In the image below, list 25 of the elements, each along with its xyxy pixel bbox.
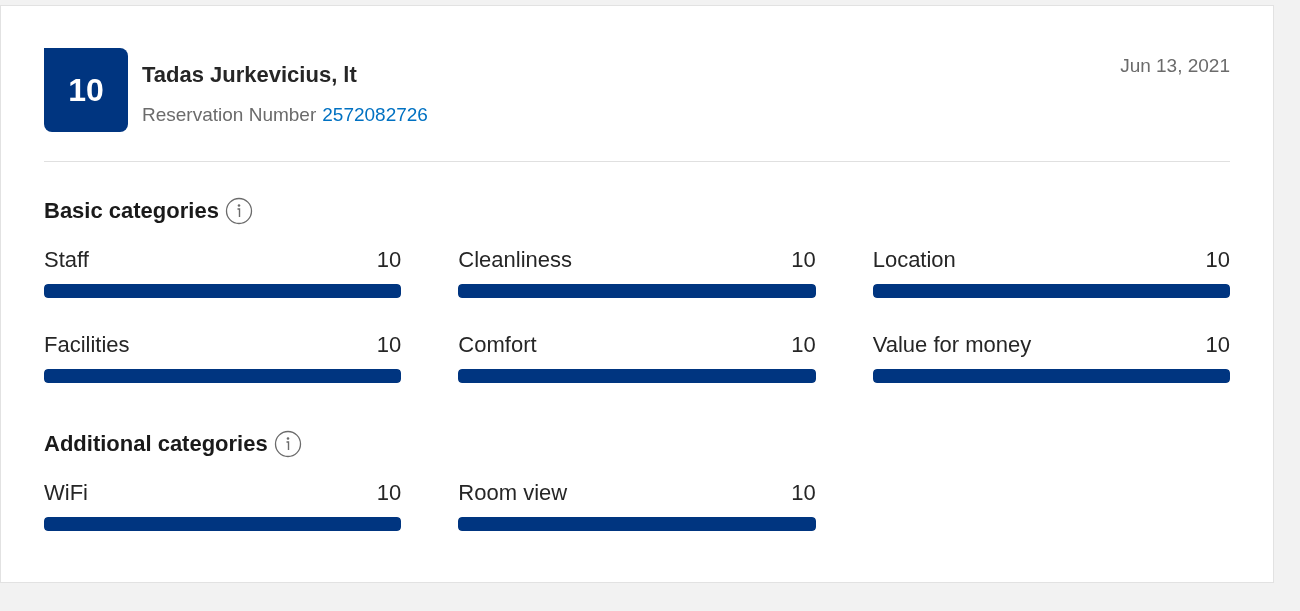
category-score: 10 xyxy=(791,331,816,359)
category-score: 10 xyxy=(376,331,402,359)
reservation-number-link[interactable]: 2572082726 xyxy=(322,101,428,130)
reservation-label: Reservation Number xyxy=(142,103,317,127)
category-label: Comfort xyxy=(458,331,537,359)
category-label: Location xyxy=(872,246,956,274)
guest-name: Tadas Jurkevicius, lt xyxy=(142,61,358,89)
review-date: Jun 13, 2021 xyxy=(1120,54,1230,78)
section-title: Basic categories xyxy=(44,197,219,225)
category-label: WiFi xyxy=(44,479,88,507)
score-badge: 10 xyxy=(44,48,128,132)
category-score: 10 xyxy=(1205,246,1230,274)
category-label: Room view xyxy=(458,479,568,507)
info-icon[interactable] xyxy=(273,429,302,458)
category-score: 10 xyxy=(376,246,402,274)
category-score: 10 xyxy=(791,479,816,507)
section-title: Additional categories xyxy=(44,430,268,458)
category-label: Staff xyxy=(44,246,89,274)
category-label: Facilities xyxy=(44,331,130,359)
category-label: Cleanliness xyxy=(458,246,573,274)
category-score: 10 xyxy=(1205,331,1230,359)
info-icon[interactable] xyxy=(224,196,253,225)
category-label: Value for money xyxy=(872,331,1032,359)
category-score: 10 xyxy=(791,246,816,274)
category-score: 10 xyxy=(376,479,402,507)
